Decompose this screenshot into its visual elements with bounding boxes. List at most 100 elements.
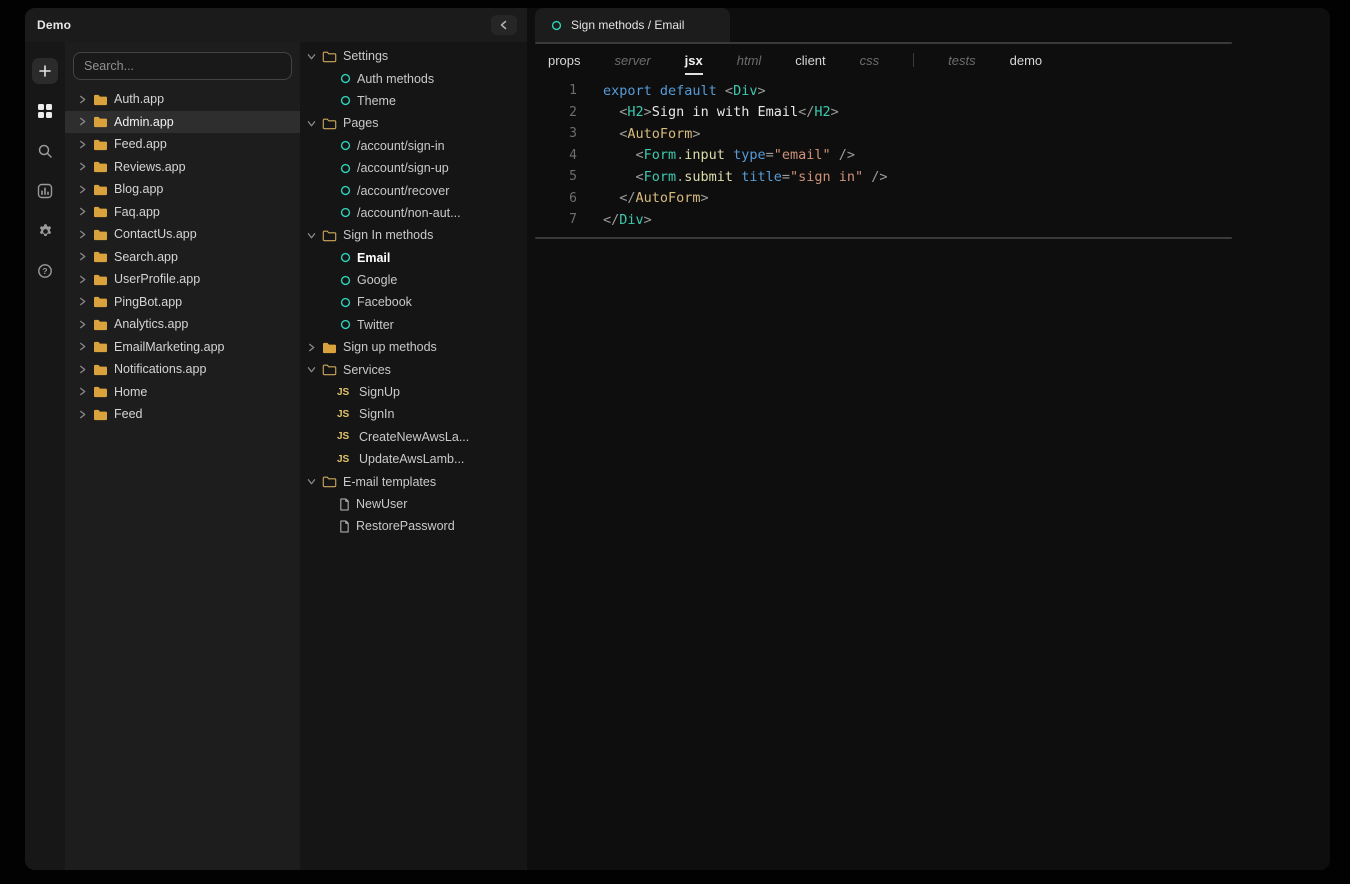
app-tree-item[interactable]: Reviews.app [65,156,300,179]
editor-subtab-props[interactable]: props [548,46,581,75]
app-tree-item[interactable]: Feed.app [65,133,300,156]
app-tree-item[interactable]: Notifications.app [65,358,300,381]
app-tree-item[interactable]: Blog.app [65,178,300,201]
component-tree-item[interactable]: JSSignUp [300,381,527,403]
app-tree-item[interactable]: Home [65,381,300,404]
app-tree-item-label: Home [114,385,147,399]
search-view-button[interactable] [32,138,58,164]
component-tree-item-label: /account/sign-in [357,139,445,153]
component-tree-item[interactable]: /account/non-aut... [300,202,527,224]
chevron-right-icon [78,207,87,216]
app-tree-item[interactable]: Search.app [65,246,300,269]
chevron-right-icon [78,140,87,149]
component-tree-item[interactable]: RestorePassword [300,515,527,537]
line-number: 5 [527,169,577,184]
component-icon [340,163,351,174]
component-tree-item[interactable]: Email [300,247,527,269]
component-tree-item[interactable]: /account/sign-up [300,157,527,179]
component-tree-item[interactable]: Theme [300,90,527,112]
chevron-right-icon [78,252,87,261]
code-line: 6 </AutoForm> [527,188,1330,210]
component-tree-item[interactable]: JSCreateNewAwsLa... [300,426,527,448]
editor-subtab-tests[interactable]: tests [948,46,975,75]
add-app-button[interactable] [32,58,58,84]
chevron-down-icon [307,477,316,486]
left-panel-header: Demo [25,8,527,42]
app-tree-item[interactable]: Admin.app [65,111,300,134]
code-line: 4 <Form.input type="email" /> [527,145,1330,167]
code-editor[interactable]: 1export default <Div>2 <H2>Sign in with … [527,76,1330,237]
component-tree-item-label: UpdateAwsLamb... [359,452,464,466]
chevron-left-icon [499,20,509,30]
component-tree-item[interactable]: Settings [300,45,527,67]
app-tree-item[interactable]: Analytics.app [65,313,300,336]
app-tree-item-label: EmailMarketing.app [114,340,224,354]
component-tree-item[interactable]: E-mail templates [300,470,527,492]
editor-subtab-jsx[interactable]: jsx [685,46,703,75]
component-tree-item[interactable]: Twitter [300,314,527,336]
help-button[interactable]: ? [32,258,58,284]
component-icon [340,95,351,106]
app-tree-item[interactable]: ContactUs.app [65,223,300,246]
chevron-right-icon [78,320,87,329]
file-icon [339,498,350,511]
component-tree-item-label: /account/non-aut... [357,206,461,220]
collapse-panel-button[interactable] [491,15,517,35]
component-tree-item[interactable]: JSSignIn [300,403,527,425]
editor-subtab-html[interactable]: html [737,46,762,75]
app-tree-item[interactable]: Feed [65,403,300,426]
folder-icon [93,115,108,128]
code-text: export default <Div> [603,83,766,99]
subtab-divider [913,53,914,67]
component-tree-item[interactable]: /account/sign-in [300,135,527,157]
folder-open-icon [322,117,337,130]
settings-button[interactable] [32,218,58,244]
app-window: Demo ? Auth.appAdmin.appFeed.appReviews.… [25,8,1330,870]
chevron-right-icon [78,410,87,419]
app-tree: Auth.appAdmin.appFeed.appReviews.appBlog… [65,88,300,870]
component-tree-item[interactable]: Google [300,269,527,291]
editor-tab[interactable]: Sign methods / Email [535,8,730,42]
component-tree-item-label: Sign up methods [343,340,437,354]
component-tree-item[interactable]: /account/recover [300,179,527,201]
app-tree-item-label: ContactUs.app [114,227,197,241]
chevron-down-icon [307,231,316,240]
app-tree-item[interactable]: UserProfile.app [65,268,300,291]
app-tree-item[interactable]: Auth.app [65,88,300,111]
app-tree-item[interactable]: Faq.app [65,201,300,224]
svg-text:?: ? [42,266,47,276]
chevron-right-icon [78,185,87,194]
folder-icon [93,160,108,173]
app-tree-item[interactable]: EmailMarketing.app [65,336,300,359]
component-tree-item[interactable]: Sign up methods [300,336,527,358]
component-tree-item[interactable]: NewUser [300,493,527,515]
component-tree-item[interactable]: Facebook [300,291,527,313]
app-tree-item-label: PingBot.app [114,295,182,309]
search-input[interactable] [73,52,292,80]
component-tree-item-label: Facebook [357,295,412,309]
editor-subtab-client[interactable]: client [795,46,825,75]
editor-subtab-server[interactable]: server [615,46,651,75]
analytics-view-button[interactable] [32,178,58,204]
search-icon [37,143,53,159]
folder-open-icon [322,363,337,376]
component-icon [551,20,562,31]
component-tree-item[interactable]: Services [300,358,527,380]
component-tree-item[interactable]: JSUpdateAwsLamb... [300,448,527,470]
code-text: <Form.input type="email" /> [603,147,855,163]
folder-open-icon [322,475,337,488]
component-tree-item[interactable]: Auth methods [300,67,527,89]
component-tree-item[interactable]: Pages [300,112,527,134]
apps-view-button[interactable] [32,98,58,124]
left-body: ? Auth.appAdmin.appFeed.appReviews.appBl… [25,42,527,870]
component-tree-item[interactable]: Sign In methods [300,224,527,246]
app-tree-item[interactable]: PingBot.app [65,291,300,314]
component-icon [340,207,351,218]
component-icon [340,185,351,196]
component-tree-item-label: /account/sign-up [357,161,449,175]
component-tree-item-label: Auth methods [357,72,434,86]
app-tree-item-label: Notifications.app [114,362,206,376]
editor-subtab-css[interactable]: css [860,46,880,75]
editor-subtab-demo[interactable]: demo [1010,46,1043,75]
chevron-right-icon [78,297,87,306]
